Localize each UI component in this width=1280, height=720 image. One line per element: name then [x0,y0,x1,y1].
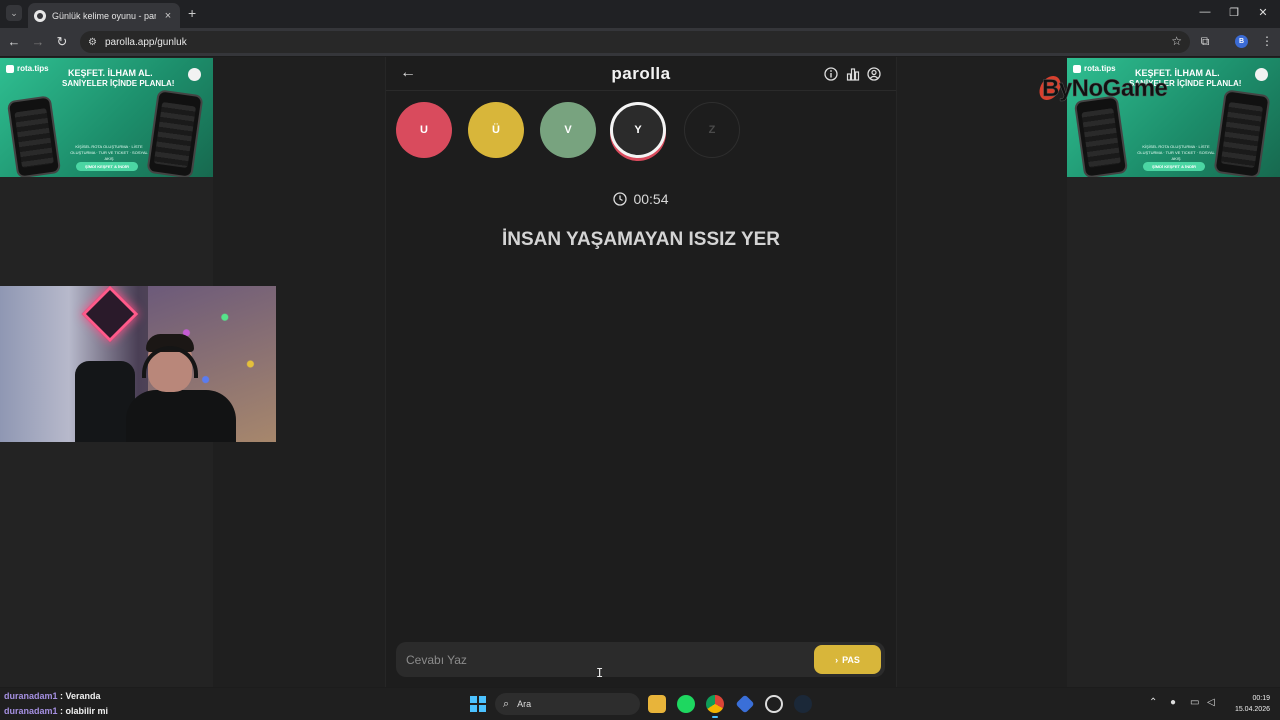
system-clock[interactable]: 00:19 15.04.2026 [1226,693,1270,715]
windows-taskbar: ⌕ Ara ⌃ ● ▭ ◁ 00:19 15.04.2026 [0,688,1280,720]
app-header: ← parolla [386,57,896,91]
ad-brand: rota.tips [1073,64,1116,73]
neon-sign-icon [81,286,139,343]
search-label: Ara [517,699,532,709]
browser-menu-icon[interactable]: ⋮ [1259,34,1275,48]
phone-mockup-icon [146,89,204,177]
search-icon: ⌕ [503,697,510,710]
address-bar[interactable]: ⚙ parolla.app/gunluk ☆ [80,31,1190,53]
file-explorer-icon[interactable] [648,695,666,713]
phone-mockup-icon [6,95,62,177]
volume-icon[interactable]: ◁ [1207,697,1215,708]
spotify-icon[interactable] [677,695,695,713]
browser-tab[interactable]: Günlük kelime oyunu - parolla × [28,3,180,28]
phone-mockup-icon [1213,89,1271,177]
timer: 00:54 [386,191,896,207]
timer-value: 00:54 [633,191,669,207]
site-info-icon[interactable]: ⚙ [88,37,97,48]
letter-circle-u-umlaut: Ü [468,102,524,158]
user-profile-icon[interactable] [867,67,881,81]
ad-brand-label: rota.tips [1084,64,1116,73]
chat-username: duranadam1 [4,706,58,716]
bookmark-star-icon[interactable]: ☆ [1171,34,1182,48]
letter-circle-v: V [540,102,596,158]
app-logo: parolla [611,64,671,83]
app-diamond-icon[interactable] [735,694,755,714]
minimize-button[interactable]: — [1198,6,1212,18]
forward-button[interactable]: → [30,34,46,50]
browser-toolbar: ← → ↻ ⚙ parolla.app/gunluk ☆ ⧉ ⋮ [0,28,1280,56]
clock-time: 00:19 [1252,695,1270,702]
info-icon[interactable] [824,67,838,81]
tab-title: Günlük kelime oyunu - parolla [52,10,156,21]
ad-headline-1: KEŞFET. İLHAM AL. [68,68,153,78]
watermark-text: ByNoGame [1042,75,1168,103]
statistics-icon[interactable] [846,67,860,81]
tray-overflow-icon[interactable]: ⌃ [1149,697,1157,708]
streamer-body [126,390,236,442]
site-favicon-icon [34,9,46,22]
chat-text: Veranda [65,691,101,701]
clock-icon [613,192,628,206]
chat-separator: : [57,691,66,701]
back-button[interactable]: ← [6,34,22,50]
ad-brand: rota.tips [6,64,49,73]
url-text: parolla.app/gunluk [104,36,187,48]
phone-mockup-icon [1073,95,1129,177]
chrome-icon[interactable] [706,695,724,718]
extensions-icon[interactable]: ⧉ [1197,34,1213,49]
windows-start-icon[interactable] [470,696,486,712]
reload-button[interactable]: ↻ [54,34,70,50]
text-cursor-icon: I [596,666,604,680]
clock-date: 15.04.2026 [1234,706,1270,713]
game-panel: ← parolla U Ü V Y Z 00:54 İNSAN YAŞAMAYA… [385,57,897,687]
chat-separator: : [57,706,66,716]
letter-circle-u: U [396,102,452,158]
app-circle-icon[interactable] [765,695,783,713]
ad-description: KİŞİSEL ROTA OLUŞTURMA · LİSTE OLUŞTURMA… [1137,144,1215,161]
chat-text: olabilir mi [65,706,109,716]
answer-bar: › PAS [396,642,885,677]
ad-description: KİŞİSEL ROTA OLUŞTURMA · LİSTE OLUŞTURMA… [70,144,148,161]
ad-headline-2: SANİYELER İÇİNDE PLANLA! [62,79,175,88]
rota-logo-icon [6,64,14,73]
ad-cta-button[interactable]: ŞİMDİ KEŞFET & İNDİR [76,162,138,171]
rota-logo-icon [1073,64,1081,73]
chat-username: duranadam1 [4,691,58,701]
ad-brand-label: rota.tips [17,64,49,73]
ad-indicator-icon [188,68,201,81]
ad-indicator-icon [1255,68,1268,81]
chat-message: duranadam1 : olabilir mi [4,704,108,719]
pas-button[interactable]: › PAS [814,645,881,674]
clue-text: İNSAN YAŞAMAYAN ISSIZ YER [501,229,781,250]
pas-button-label: PAS [842,654,860,665]
stream-chat: duranadam1 : Veranda duranadam1 : olabil… [4,689,108,719]
right-ad-column: rota.tips KEŞFET. İLHAM AL. SANİYELER İÇ… [1067,57,1280,687]
letter-circle-y-current: Y [610,102,666,158]
streamer [126,334,236,442]
network-icon[interactable]: ▭ [1190,697,1199,708]
webcam-overlay [0,286,276,442]
new-tab-button[interactable]: + [188,6,196,20]
ad-cta-button[interactable]: ŞİMDİ KEŞFET & İNDİR [1143,162,1205,171]
restore-button[interactable]: ❐ [1227,6,1241,19]
chat-message: duranadam1 : Veranda [4,689,108,704]
profile-avatar[interactable]: B [1235,35,1248,48]
tab-search-button[interactable]: ⌄ [6,5,22,21]
left-ad-banner[interactable]: rota.tips KEŞFET. İLHAM AL. SANİYELER İÇ… [0,58,213,177]
letter-circle-z: Z [684,102,740,158]
steam-icon[interactable] [794,695,812,713]
browser-titlebar: ⌄ Günlük kelime oyunu - parolla × + — ❐ … [0,0,1280,28]
chevron-right-icon: › [835,654,839,665]
microphone-icon[interactable]: ● [1170,697,1176,708]
taskbar-search[interactable]: ⌕ Ara [495,693,640,715]
tab-close-icon[interactable]: × [162,10,174,22]
close-window-button[interactable]: ✕ [1256,6,1270,19]
